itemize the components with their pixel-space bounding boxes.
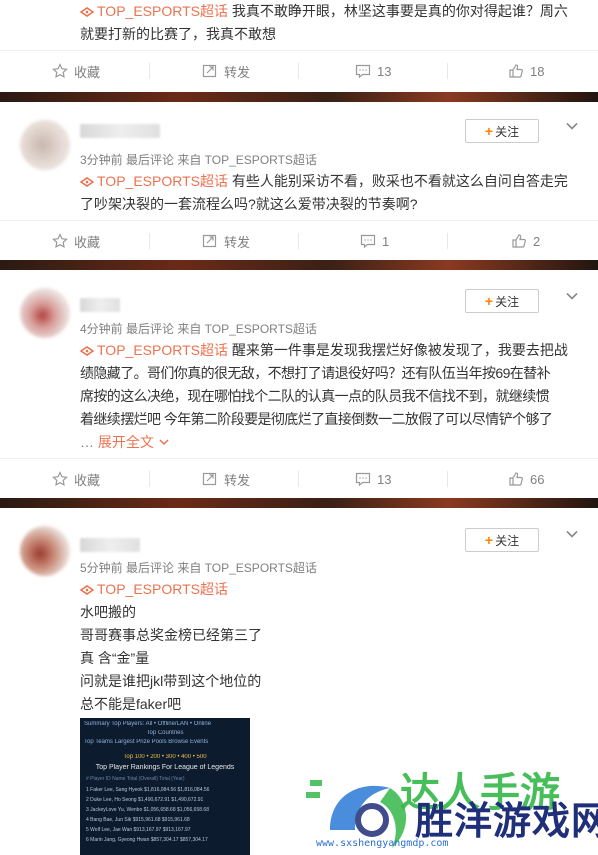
repost-icon <box>202 64 217 78</box>
plus-icon: + <box>484 293 494 309</box>
table-row: 1 Faker Lee, Sang Hyeok $1,816,084.56 $1… <box>86 787 210 793</box>
table-row: 6 Marin Jang, Gyeong Hwan $857,304.17 $8… <box>86 837 208 843</box>
username[interactable] <box>80 124 160 138</box>
repost-button[interactable]: 转发 <box>202 459 250 499</box>
comment-button[interactable]: 13 <box>355 459 391 499</box>
comment-icon <box>355 472 371 487</box>
post-meta: 5分钟前 最后评论 来自 TOP_ESPORTS超话 <box>80 561 317 575</box>
supertopic-icon <box>80 346 94 356</box>
divider <box>447 63 448 79</box>
avatar[interactable] <box>20 288 70 338</box>
post-2: 3分钟前 最后评论 来自 TOP_ESPORTS超话 + 关注 TOP_ESPOR… <box>0 102 598 260</box>
post-1: TOP_ESPORTS超话 我真不敢睁开眼，林坚这事要是真的你对得起谁？周六 就… <box>0 0 598 92</box>
favorite-button[interactable]: 收藏 <box>52 221 100 261</box>
supertopic-icon <box>80 177 94 187</box>
separator-band <box>0 260 598 270</box>
supertopic-icon <box>80 585 94 595</box>
table-row: 3 JackeyLove Yu, Wenbo $1,056,658.68 $1,… <box>86 807 209 813</box>
post-image[interactable]: Summary Top Players: All • Offline/LAN •… <box>80 718 250 855</box>
follow-button[interactable]: + 关注 <box>465 528 539 552</box>
username[interactable] <box>80 538 140 552</box>
repost-button[interactable]: 转发 <box>202 51 250 91</box>
table-row: 2 Duke Lee, Ho Seong $1,490,672.91 $1,49… <box>86 797 204 803</box>
avatar[interactable] <box>20 120 70 170</box>
thumbs-up-icon <box>512 234 526 248</box>
divider <box>298 233 299 249</box>
watermark-brand: 胜洋游戏网 <box>415 799 598 843</box>
repost-button[interactable]: 转发 <box>202 221 250 261</box>
repost-icon <box>202 234 217 248</box>
avatar[interactable] <box>20 526 70 576</box>
divider <box>149 471 150 487</box>
chevron-down-icon[interactable] <box>158 437 170 447</box>
table-row: 4 Bang Bae, Jun Sik $915,961.68 $915,961… <box>86 817 190 823</box>
post-1-content: TOP_ESPORTS超话 我真不敢睁开眼，林坚这事要是真的你对得起谁？周六 就… <box>80 3 568 42</box>
like-button[interactable]: 18 <box>508 51 544 91</box>
favorite-button[interactable]: 收藏 <box>52 459 100 499</box>
post-3-actions: 收藏 转发 13 66 <box>0 458 598 499</box>
plus-icon: + <box>484 532 494 548</box>
separator-band <box>0 498 598 508</box>
username[interactable] <box>80 298 120 312</box>
chevron-down-icon[interactable] <box>564 118 580 134</box>
post-2-actions: 收藏 转发 1 2 <box>0 220 598 261</box>
follow-button[interactable]: + 关注 <box>465 289 539 313</box>
divider <box>298 63 299 79</box>
post-3: 4分钟前 最后评论 来自 TOP_ESPORTS超话 + 关注 TOP_ESPOR… <box>0 270 598 498</box>
chevron-down-icon[interactable] <box>564 288 580 304</box>
comment-button[interactable]: 13 <box>355 51 391 91</box>
star-icon <box>52 63 68 79</box>
supertopic-icon <box>80 7 94 17</box>
divider <box>149 63 150 79</box>
like-button[interactable]: 2 <box>511 221 540 261</box>
favorite-button[interactable]: 收藏 <box>52 51 100 91</box>
comment-button[interactable]: 1 <box>360 221 389 261</box>
topic-link[interactable]: TOP_ESPORTS超话 <box>80 581 228 597</box>
post-meta: 4分钟前 最后评论 来自 TOP_ESPORTS超话 <box>80 322 317 336</box>
table-row: 5 Wolf Lee, Jae Wan $913,167.97 $913,167… <box>86 827 191 833</box>
post-3-content: TOP_ESPORTS超话 醒来第一件事是发现我摆烂好像被发现了，我要去把战 绩… <box>80 342 568 450</box>
chevron-down-icon[interactable] <box>564 526 580 542</box>
like-button[interactable]: 66 <box>508 459 544 499</box>
post-4-content: TOP_ESPORTS超话 水吧搬的 哥哥赛事总奖金榜已经第三了 真 含“金”量… <box>80 581 262 712</box>
divider <box>447 471 448 487</box>
post-meta: 3分钟前 最后评论 来自 TOP_ESPORTS超话 <box>80 153 317 167</box>
separator-band <box>0 92 598 102</box>
follow-button[interactable]: + 关注 <box>465 119 539 143</box>
star-icon <box>52 233 68 249</box>
post-1-actions: 收藏 转发 13 18 <box>0 50 598 91</box>
divider <box>149 233 150 249</box>
watermark-url: www.sxshengyangmdp.com <box>316 838 449 849</box>
topic-link[interactable]: TOP_ESPORTS超话 <box>80 342 228 358</box>
repost-icon <box>202 472 217 486</box>
topic-link[interactable]: TOP_ESPORTS超话 <box>80 173 228 189</box>
comment-icon <box>355 64 371 79</box>
post-2-content: TOP_ESPORTS超话 有些人能别采访不看，败采也不看就这么自问自答走完 了… <box>80 173 568 212</box>
comment-icon <box>360 234 376 249</box>
divider <box>447 233 448 249</box>
topic-link[interactable]: TOP_ESPORTS超话 <box>80 3 228 19</box>
thumbs-up-icon <box>509 472 523 486</box>
plus-icon: + <box>484 123 494 139</box>
star-icon <box>52 471 68 487</box>
expand-link[interactable]: 展开全文 <box>98 434 154 450</box>
thumbs-up-icon <box>509 64 523 78</box>
divider <box>298 471 299 487</box>
